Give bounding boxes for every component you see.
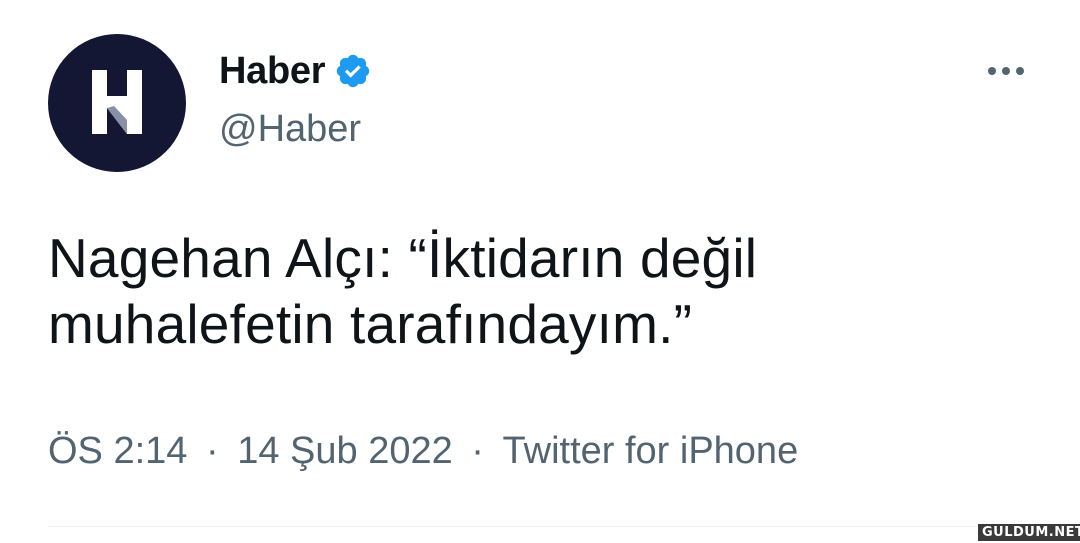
display-name[interactable]: Haber: [219, 49, 326, 93]
tweet-text-line: Nagehan Alçı: “İktidarın değil: [48, 227, 758, 289]
watermark: GULDUM.NET: [978, 524, 1080, 541]
divider: [48, 526, 1080, 527]
author-name-row[interactable]: Haber: [219, 49, 372, 93]
verified-badge-icon: [336, 54, 370, 88]
more-options-icon[interactable]: [982, 52, 1030, 90]
tweet-time[interactable]: ÖS 2:14: [48, 428, 187, 474]
tweet-text: Nagehan Alçı: “İktidarın değil muhalefet…: [48, 225, 1038, 357]
tweet-metadata: ÖS 2:14 · 14 Şub 2022 · Twitter for iPho…: [48, 428, 798, 474]
avatar[interactable]: [48, 34, 186, 172]
haber-logo-icon: [92, 70, 142, 134]
meta-separator: ·: [471, 430, 484, 472]
author-handle[interactable]: @Haber: [219, 108, 361, 150]
tweet-text-line: muhalefetin tarafındayım.”: [48, 293, 693, 355]
meta-separator: ·: [205, 430, 219, 472]
tweet-date[interactable]: 14 Şub 2022: [237, 428, 453, 474]
tweet-source[interactable]: Twitter for iPhone: [503, 428, 799, 474]
